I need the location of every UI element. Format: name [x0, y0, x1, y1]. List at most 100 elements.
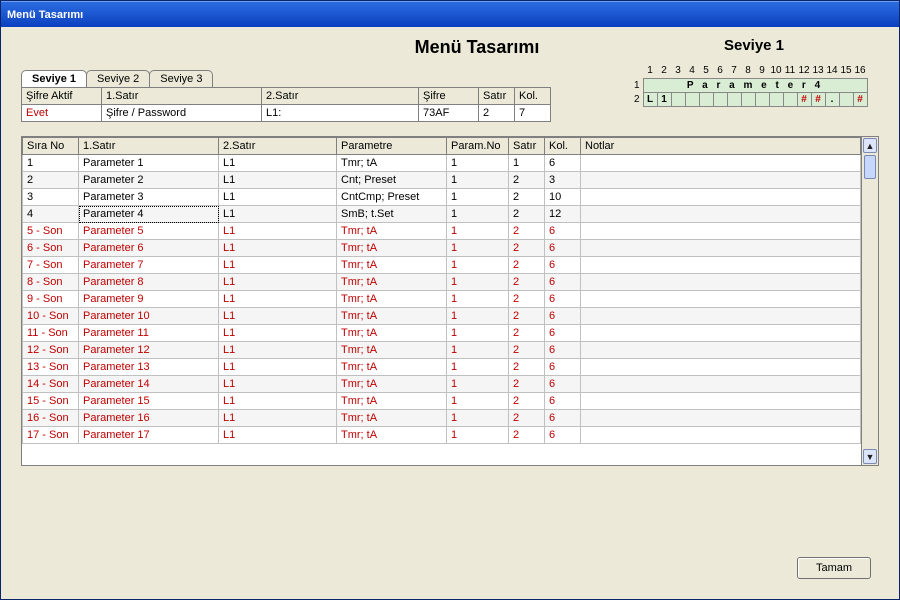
- mh-notlar[interactable]: Notlar: [581, 138, 861, 155]
- cell[interactable]: Tmr; tA: [337, 342, 447, 359]
- table-row[interactable]: 12 - SonParameter 12L1Tmr; tA126: [23, 342, 861, 359]
- cell[interactable]: 6: [545, 155, 581, 172]
- table-row[interactable]: 1Parameter 1L1Tmr; tA116: [23, 155, 861, 172]
- cell[interactable]: 3: [23, 189, 79, 206]
- cell[interactable]: 1: [447, 376, 509, 393]
- cell-2satir[interactable]: L1:: [262, 105, 419, 122]
- cell[interactable]: Tmr; tA: [337, 308, 447, 325]
- cell-notlar[interactable]: [581, 308, 861, 325]
- cell[interactable]: 1: [447, 393, 509, 410]
- cell-satir[interactable]: 2: [479, 105, 515, 122]
- cell[interactable]: Parameter 4: [79, 206, 219, 223]
- cell[interactable]: 4: [23, 206, 79, 223]
- cell[interactable]: Parameter 10: [79, 308, 219, 325]
- cell[interactable]: L1: [219, 342, 337, 359]
- cell[interactable]: 6: [545, 359, 581, 376]
- mh-2satir[interactable]: 2.Satır: [219, 138, 337, 155]
- cell[interactable]: 2: [509, 410, 545, 427]
- cell[interactable]: 10 - Son: [23, 308, 79, 325]
- mh-paramno[interactable]: Param.No: [447, 138, 509, 155]
- cell[interactable]: 6: [545, 291, 581, 308]
- cell[interactable]: 9 - Son: [23, 291, 79, 308]
- cell[interactable]: 1: [447, 342, 509, 359]
- mh-1satir[interactable]: 1.Satır: [79, 138, 219, 155]
- table-row[interactable]: 14 - SonParameter 14L1Tmr; tA126: [23, 376, 861, 393]
- table-row[interactable]: 3Parameter 3L1CntCmp; Preset1210: [23, 189, 861, 206]
- cell[interactable]: 1: [447, 172, 509, 189]
- cell[interactable]: 2: [509, 206, 545, 223]
- cell[interactable]: Tmr; tA: [337, 240, 447, 257]
- cell-1satir[interactable]: Şifre / Password: [102, 105, 262, 122]
- mh-sira[interactable]: Sıra No: [23, 138, 79, 155]
- cell[interactable]: Parameter 1: [79, 155, 219, 172]
- table-row[interactable]: 9 - SonParameter 9L1Tmr; tA126: [23, 291, 861, 308]
- cell[interactable]: 6 - Son: [23, 240, 79, 257]
- cell-sifre[interactable]: 73AF: [419, 105, 479, 122]
- cell[interactable]: L1: [219, 308, 337, 325]
- cell-notlar[interactable]: [581, 410, 861, 427]
- cell-notlar[interactable]: [581, 189, 861, 206]
- table-row[interactable]: 7 - SonParameter 7L1Tmr; tA126: [23, 257, 861, 274]
- cell-notlar[interactable]: [581, 257, 861, 274]
- cell[interactable]: Parameter 2: [79, 172, 219, 189]
- cell[interactable]: 15 - Son: [23, 393, 79, 410]
- cell-notlar[interactable]: [581, 172, 861, 189]
- cell[interactable]: 3: [545, 172, 581, 189]
- cell[interactable]: L1: [219, 223, 337, 240]
- cell-notlar[interactable]: [581, 240, 861, 257]
- cell[interactable]: Tmr; tA: [337, 291, 447, 308]
- cell[interactable]: Parameter 5: [79, 223, 219, 240]
- cell[interactable]: CntCmp; Preset: [337, 189, 447, 206]
- cell[interactable]: 2: [509, 291, 545, 308]
- table-row[interactable]: 8 - SonParameter 8L1Tmr; tA126: [23, 274, 861, 291]
- tab-seviye-2[interactable]: Seviye 2: [86, 70, 150, 87]
- scroll-thumb[interactable]: [864, 155, 876, 179]
- scroll-up-icon[interactable]: ▲: [863, 138, 877, 153]
- cell[interactable]: 8 - Son: [23, 274, 79, 291]
- cell[interactable]: 1: [509, 155, 545, 172]
- table-row[interactable]: 2Parameter 2L1Cnt; Preset123: [23, 172, 861, 189]
- cell[interactable]: Tmr; tA: [337, 427, 447, 444]
- cell[interactable]: 2: [509, 427, 545, 444]
- cell[interactable]: 6: [545, 274, 581, 291]
- tab-seviye-1[interactable]: Seviye 1: [21, 70, 87, 87]
- cell[interactable]: Parameter 6: [79, 240, 219, 257]
- scrollbar-vertical[interactable]: ▲ ▼: [861, 137, 878, 465]
- cell[interactable]: 1: [447, 325, 509, 342]
- cell[interactable]: 10: [545, 189, 581, 206]
- cell[interactable]: 6: [545, 240, 581, 257]
- cell-notlar[interactable]: [581, 155, 861, 172]
- cell[interactable]: 1: [447, 427, 509, 444]
- cell[interactable]: 1: [447, 291, 509, 308]
- cell-notlar[interactable]: [581, 376, 861, 393]
- cell[interactable]: Tmr; tA: [337, 325, 447, 342]
- cell[interactable]: 1: [447, 257, 509, 274]
- cell[interactable]: 1: [447, 274, 509, 291]
- cell[interactable]: Tmr; tA: [337, 410, 447, 427]
- mh-kol[interactable]: Kol.: [545, 138, 581, 155]
- cell[interactable]: 1: [447, 206, 509, 223]
- header-table-row[interactable]: Evet Şifre / Password L1: 73AF 2 7: [22, 105, 551, 122]
- cell[interactable]: L1: [219, 155, 337, 172]
- mh-satir[interactable]: Satır: [509, 138, 545, 155]
- cell[interactable]: 14 - Son: [23, 376, 79, 393]
- cell-notlar[interactable]: [581, 223, 861, 240]
- cell[interactable]: 6: [545, 342, 581, 359]
- cell[interactable]: Parameter 14: [79, 376, 219, 393]
- cell[interactable]: 13 - Son: [23, 359, 79, 376]
- cell[interactable]: Parameter 15: [79, 393, 219, 410]
- table-row[interactable]: 6 - SonParameter 6L1Tmr; tA126: [23, 240, 861, 257]
- cell[interactable]: Tmr; tA: [337, 155, 447, 172]
- cell[interactable]: 6: [545, 325, 581, 342]
- header-table[interactable]: Şifre Aktif 1.Satır 2.Satır Şifre Satır …: [21, 87, 551, 122]
- cell[interactable]: 6: [545, 376, 581, 393]
- tab-seviye-3[interactable]: Seviye 3: [149, 70, 213, 87]
- cell[interactable]: 7 - Son: [23, 257, 79, 274]
- cell-notlar[interactable]: [581, 206, 861, 223]
- cell[interactable]: 1: [447, 155, 509, 172]
- cell[interactable]: 2: [509, 189, 545, 206]
- table-row[interactable]: 5 - SonParameter 5L1Tmr; tA126: [23, 223, 861, 240]
- cell[interactable]: Tmr; tA: [337, 257, 447, 274]
- cell-kol[interactable]: 7: [515, 105, 551, 122]
- cell[interactable]: Parameter 7: [79, 257, 219, 274]
